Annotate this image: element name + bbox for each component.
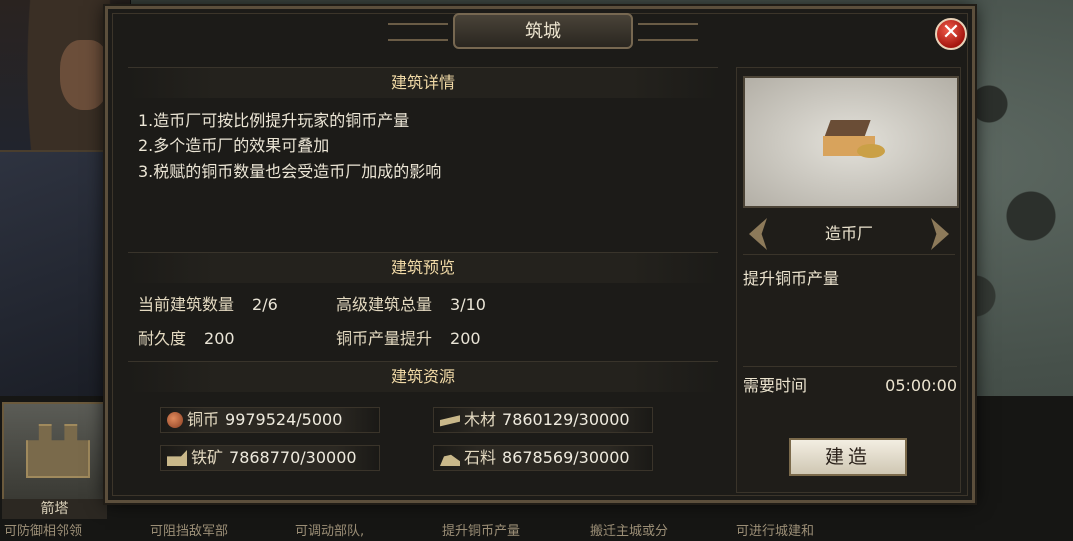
- title-ornament-right: [638, 23, 698, 41]
- arrow-tower-icon: [26, 424, 90, 478]
- build-time-row: 需要时间 05:00:00: [743, 366, 957, 405]
- resource-stone: 石料 8678569/30000: [433, 445, 653, 471]
- resource-label: 石料: [464, 448, 497, 467]
- card-desc-2: 可阻挡敌军部: [150, 524, 229, 539]
- close-icon: ✕: [941, 20, 961, 45]
- stat-label: 耐久度: [138, 329, 187, 348]
- resource-label: 木材: [464, 410, 497, 429]
- stat-advanced-total: 高级建筑总量 3/10: [336, 291, 486, 315]
- coin-pile: [857, 144, 885, 158]
- arrow-tower-name: 箭塔: [2, 499, 107, 519]
- building-description: 提升铜币产量: [743, 269, 840, 288]
- build-dialog: 筑城 ✕ 建筑详情 1.造币厂可按比例提升玩家的铜币产量 2.多个造币厂的效果可…: [105, 6, 975, 503]
- resources-heading: 建筑资源: [128, 361, 718, 392]
- close-button[interactable]: ✕: [935, 18, 967, 50]
- building-preview-image: [743, 76, 959, 208]
- resource-label: 铁矿: [191, 448, 224, 467]
- copper-coin-icon: [167, 412, 183, 428]
- resource-amount: 7868770/30000: [229, 448, 357, 467]
- mint-building-icon: [817, 114, 887, 164]
- arrow-tower-card[interactable]: [2, 402, 111, 501]
- stat-current-count: 当前建筑数量 2/6: [138, 291, 278, 315]
- resource-iron: 铁矿 7868770/30000: [160, 445, 380, 471]
- build-time-label: 需要时间: [743, 376, 808, 395]
- wood-icon: [440, 415, 460, 427]
- details-heading: 建筑详情: [128, 67, 718, 98]
- title-ornament-left: [388, 23, 448, 41]
- card-desc-6: 可进行城建和: [736, 524, 815, 539]
- resource-label: 铜币: [187, 410, 220, 429]
- resource-amount: 7860129/30000: [502, 410, 630, 429]
- stone-icon: [440, 454, 460, 466]
- building-panel: 造币厂 提升铜币产量 需要时间 05:00:00 建造: [736, 67, 961, 493]
- dialog-title: 筑城: [453, 13, 633, 49]
- iron-ore-icon: [167, 450, 187, 466]
- resource-copper: 铜币 9979524/5000: [160, 407, 380, 433]
- resource-amount: 9979524/5000: [225, 410, 343, 429]
- stat-label: 铜币产量提升: [336, 329, 433, 348]
- build-button[interactable]: 建造: [789, 438, 907, 476]
- resource-amount: 8678569/30000: [502, 448, 630, 467]
- stat-label: 高级建筑总量: [336, 295, 433, 314]
- card-desc-4: 提升铜币产量: [442, 524, 521, 539]
- stat-value: 200: [204, 329, 235, 348]
- detail-line-2: 2.多个造币厂的效果可叠加: [138, 136, 330, 155]
- stat-value: 200: [450, 329, 481, 348]
- build-time-value: 05:00:00: [885, 376, 957, 395]
- card-desc-1: 可防御相邻领: [4, 524, 83, 539]
- stat-value: 3/10: [450, 295, 486, 314]
- resource-wood: 木材 7860129/30000: [433, 407, 653, 433]
- stat-value: 2/6: [252, 295, 278, 314]
- stat-durability: 耐久度 200: [138, 325, 235, 349]
- card-desc-5: 搬迁主城或分: [590, 524, 669, 539]
- detail-line-3: 3.税赋的铜币数量也会受造币厂加成的影响: [138, 162, 442, 181]
- detail-line-1: 1.造币厂可按比例提升玩家的铜币产量: [138, 111, 410, 130]
- building-name: 造币厂: [743, 214, 955, 255]
- preview-heading: 建筑预览: [128, 252, 718, 283]
- general-face: [60, 40, 110, 110]
- stat-copper-boost: 铜币产量提升 200: [336, 325, 481, 349]
- card-desc-3: 可调动部队,: [295, 524, 365, 539]
- stat-label: 当前建筑数量: [138, 295, 235, 314]
